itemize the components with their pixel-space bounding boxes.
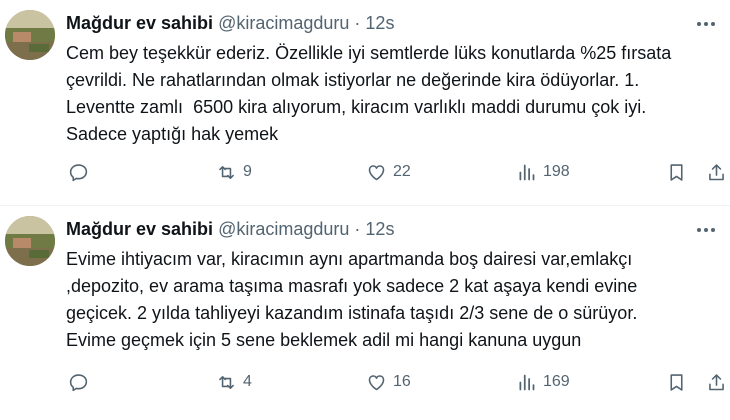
views-count: 198: [543, 163, 570, 180]
views-icon: [519, 374, 535, 390]
tweet-actions: 4 16 169: [66, 370, 726, 394]
share-button[interactable]: [706, 370, 727, 394]
tweet-text-line: Sadece yaptığı hak yemek: [66, 124, 279, 144]
reply-icon: [69, 373, 88, 391]
bookmark-icon: [670, 163, 683, 181]
tweet-text: Cem bey teşekkür ederiz. Özellikle iyi s…: [66, 40, 716, 148]
views-button[interactable]: 169: [516, 370, 570, 394]
retweet-icon: [219, 165, 234, 179]
reply-button[interactable]: [68, 370, 89, 394]
author-name[interactable]: Mağdur ev sahibi: [66, 13, 213, 33]
like-count: 22: [393, 163, 411, 180]
share-icon: [709, 163, 724, 180]
like-count: 16: [393, 373, 411, 390]
tweet-text-line: çevrildi. Ne rahatlarından olmak istiyor…: [66, 70, 640, 90]
avatar[interactable]: [5, 216, 55, 266]
author-handle[interactable]: @kiracimagduru: [218, 13, 349, 33]
share-icon: [709, 373, 724, 390]
more-icon[interactable]: [694, 220, 718, 240]
reply-button[interactable]: [68, 160, 89, 184]
author-name[interactable]: Mağdur ev sahibi: [66, 219, 213, 239]
retweet-count: 4: [243, 373, 252, 390]
bookmark-button[interactable]: [666, 160, 687, 184]
tweet-text-line: Cem bey teşekkür ederiz. Özellikle iyi s…: [66, 43, 672, 63]
like-button[interactable]: 16: [366, 370, 411, 394]
tweet-actions: 9 22 198: [66, 160, 726, 184]
bookmark-button[interactable]: [666, 370, 687, 394]
bookmark-icon: [670, 373, 683, 391]
separator: ·: [354, 219, 361, 239]
views-icon: [519, 164, 535, 180]
views-count: 169: [543, 373, 570, 390]
timestamp[interactable]: 12s: [365, 219, 394, 239]
tweet-header: Mağdur ev sahibi @kiracimagduru · 12s: [66, 218, 394, 240]
avatar[interactable]: [5, 10, 55, 60]
retweet-button[interactable]: 9: [216, 160, 252, 184]
tweet[interactable]: Mağdur ev sahibi @kiracimagduru · 12s Ce…: [0, 0, 730, 205]
like-button[interactable]: 22: [366, 160, 411, 184]
reply-icon: [69, 163, 88, 181]
retweet-icon: [219, 375, 234, 389]
heart-icon: [368, 374, 385, 390]
retweet-count: 9: [243, 163, 252, 180]
heart-icon: [368, 164, 385, 180]
more-icon[interactable]: [694, 14, 718, 34]
tweet-header: Mağdur ev sahibi @kiracimagduru · 12s: [66, 12, 394, 34]
share-button[interactable]: [706, 160, 727, 184]
tweet-text: Evime ihtiyacım var, kiracımın aynı apar…: [66, 246, 716, 354]
retweet-button[interactable]: 4: [216, 370, 252, 394]
author-handle[interactable]: @kiracimagduru: [218, 219, 349, 239]
tweet[interactable]: Mağdur ev sahibi @kiracimagduru · 12s Ev…: [0, 206, 730, 420]
separator: ·: [354, 13, 361, 33]
tweet-text-line: ,depozito, ev arama taşıma masrafı yok s…: [66, 276, 638, 296]
timestamp[interactable]: 12s: [365, 13, 394, 33]
tweet-text-line: geçicek. 2 yılda tahliyeyi kazandım isti…: [66, 303, 638, 323]
tweet-text-line: Evime geçmek için 5 sene beklemek adil m…: [66, 330, 582, 350]
views-button[interactable]: 198: [516, 160, 570, 184]
tweet-text-line: Leventte zamlı 6500 kira alıyorum, kirac…: [66, 97, 647, 117]
tweet-text-line: Evime ihtiyacım var, kiracımın aynı apar…: [66, 249, 633, 269]
